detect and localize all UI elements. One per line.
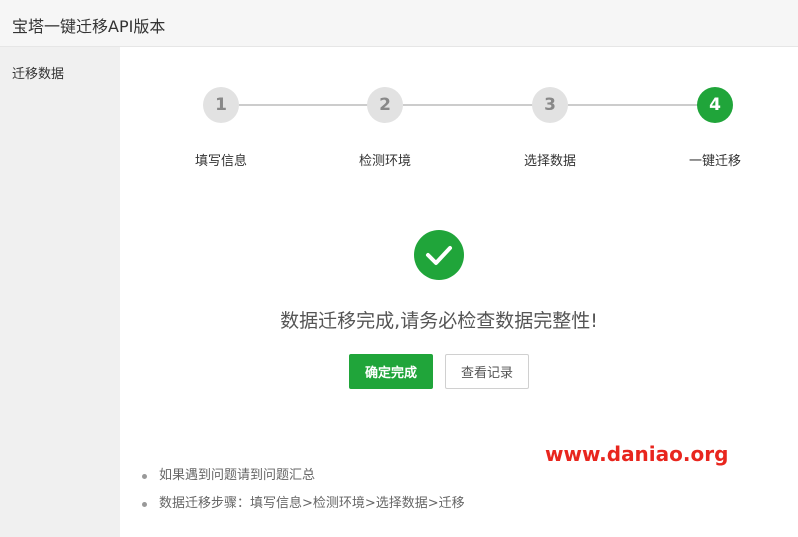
tip-item: 数据迁移步骤：填写信息>检测环境>选择数据>迁移 xyxy=(140,495,465,523)
step-2-circle: 2 xyxy=(367,87,403,123)
success-message: 数据迁移完成,请务必检查数据完整性! xyxy=(280,310,598,332)
step-4-label: 一键迁移 xyxy=(688,154,741,169)
step-3-label: 选择数据 xyxy=(523,154,576,169)
view-log-button[interactable]: 查看记录 xyxy=(445,354,529,389)
tip-item: 如果遇到问题请到问题汇总 xyxy=(140,467,465,495)
main-panel: 1 2 3 4 填写信息 检测环境 选择数据 一键迁移 数据迁移完成,请务必检查… xyxy=(120,47,798,537)
step-connector xyxy=(403,104,533,106)
sidebar: 迁移数据 xyxy=(0,47,120,537)
success-check-icon xyxy=(414,230,464,280)
title-bar: 宝塔一键迁移API版本 xyxy=(0,0,798,47)
tips-list: 如果遇到问题请到问题汇总 数据迁移步骤：填写信息>检测环境>选择数据>迁移 xyxy=(140,467,465,523)
step-connector xyxy=(568,104,698,106)
step-2-label: 检测环境 xyxy=(358,154,411,169)
step-1-label: 填写信息 xyxy=(194,154,247,169)
confirm-complete-button[interactable]: 确定完成 xyxy=(349,354,433,389)
watermark: www.daniao.org xyxy=(545,442,729,466)
step-4-circle: 4 xyxy=(697,87,733,123)
step-1-circle: 1 xyxy=(203,87,239,123)
sidebar-item-migrate-data[interactable]: 迁移数据 xyxy=(12,63,64,82)
step-connector xyxy=(239,104,369,106)
step-3-circle: 3 xyxy=(532,87,568,123)
window-title: 宝塔一键迁移API版本 xyxy=(12,17,166,36)
